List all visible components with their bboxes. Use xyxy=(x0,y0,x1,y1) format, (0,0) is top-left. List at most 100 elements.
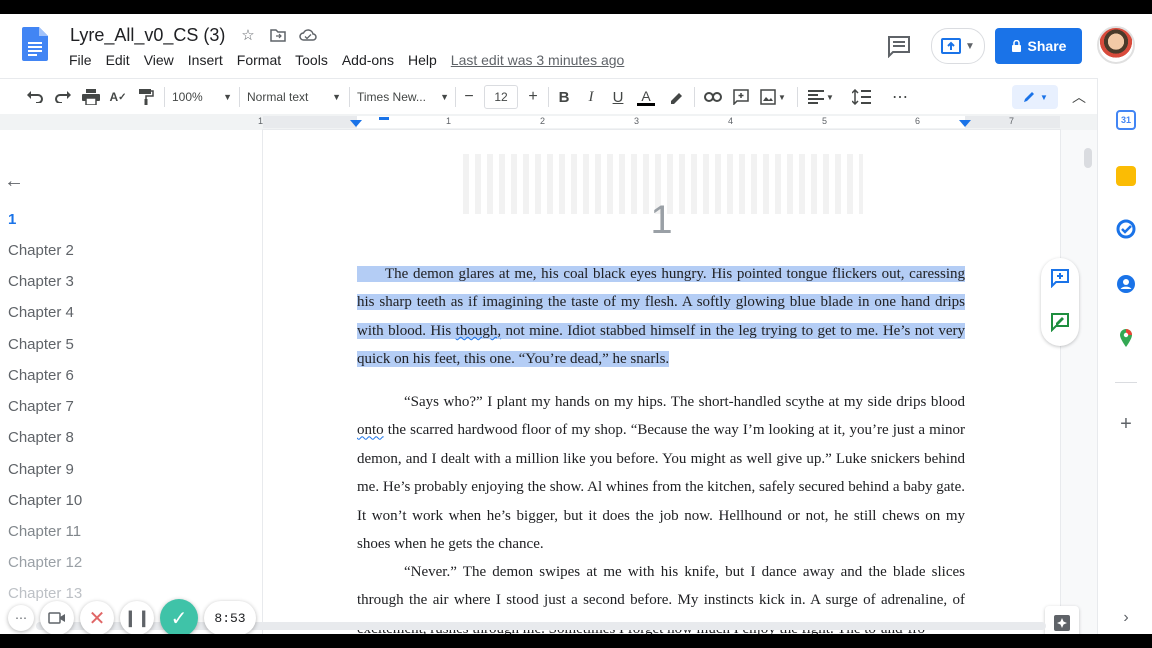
outline-item[interactable]: Chapter 3 xyxy=(8,273,74,290)
account-avatar[interactable] xyxy=(1097,26,1135,64)
more-options-icon[interactable]: ⋯ xyxy=(888,85,912,109)
right-indent-marker-icon[interactable] xyxy=(959,120,971,128)
chevron-right-icon[interactable]: › xyxy=(1116,608,1136,628)
chapter-heading[interactable]: 1 xyxy=(263,198,1060,243)
outline-item[interactable]: Chapter 4 xyxy=(8,304,74,321)
line-spacing-icon[interactable] xyxy=(850,85,874,109)
redo-icon[interactable] xyxy=(52,85,74,109)
star-icon[interactable]: ☆ xyxy=(238,25,258,45)
menu-help[interactable]: Help xyxy=(408,52,437,68)
explore-button[interactable] xyxy=(1045,606,1079,634)
outline-item[interactable]: Chapter 12 xyxy=(8,554,82,571)
recording-timer: 8:53 xyxy=(204,601,256,634)
add-comment-icon[interactable] xyxy=(730,85,752,109)
paragraph-text: “Says who?” I plant my hands on my hips.… xyxy=(404,394,965,410)
zoom-select[interactable]: 100% ▼ xyxy=(172,85,232,109)
editing-mode-select[interactable]: ▼ xyxy=(1012,85,1058,109)
highlight-color-icon[interactable] xyxy=(665,85,687,109)
toolbar-divider xyxy=(349,87,350,107)
font-family-select[interactable]: Times New... ▼ xyxy=(357,85,449,109)
toolbar-divider xyxy=(548,87,549,107)
outline-item[interactable]: 1 xyxy=(8,211,16,228)
spelling-suggestion[interactable]: though, xyxy=(456,323,501,339)
share-button[interactable]: Share xyxy=(995,28,1082,64)
outline-item[interactable]: Chapter 9 xyxy=(8,461,74,478)
left-indent-marker-icon[interactable] xyxy=(350,120,362,128)
decrease-font-size-button[interactable]: − xyxy=(460,85,478,109)
text-color-icon[interactable]: A xyxy=(635,85,657,109)
add-addon-icon[interactable]: + xyxy=(1116,414,1136,434)
finish-recording-button[interactable]: ✓ xyxy=(160,599,198,634)
outline-item[interactable]: Chapter 5 xyxy=(8,336,74,353)
share-label: Share xyxy=(1027,38,1067,54)
docs-logo-icon[interactable] xyxy=(22,27,48,61)
document-title[interactable]: Lyre_All_v0_CS (3) xyxy=(70,25,225,46)
calendar-icon[interactable]: 31 xyxy=(1116,110,1136,130)
chevron-down-icon: ▼ xyxy=(332,92,341,102)
menu-view[interactable]: View xyxy=(144,52,174,68)
chevron-down-icon: ▼ xyxy=(1040,92,1048,102)
last-edit-link[interactable]: Last edit was 3 minutes ago xyxy=(451,52,625,68)
menu-edit[interactable]: Edit xyxy=(106,52,130,68)
recorder-menu-button[interactable]: ⋯ xyxy=(8,605,34,631)
undo-icon[interactable] xyxy=(24,85,46,109)
outline-item[interactable]: Chapter 8 xyxy=(8,429,74,446)
spellcheck-icon[interactable]: A ✓ xyxy=(107,85,129,109)
bold-icon[interactable]: B xyxy=(554,85,574,109)
menu-file[interactable]: File xyxy=(69,52,92,68)
menu-bar: File Edit View Insert Format Tools Add-o… xyxy=(69,52,638,68)
cancel-recording-button[interactable]: ✕ xyxy=(80,601,114,634)
align-left-icon[interactable]: ▼ xyxy=(806,85,836,109)
paragraph-style-select[interactable]: Normal text ▼ xyxy=(247,85,341,109)
first-line-indent-marker[interactable] xyxy=(379,117,389,120)
present-button[interactable]: ▼ xyxy=(931,28,985,64)
font-size-input[interactable]: 12 xyxy=(484,85,518,109)
suggest-edits-icon[interactable] xyxy=(1050,312,1070,332)
toolbar-divider xyxy=(239,87,240,107)
contacts-icon[interactable] xyxy=(1116,274,1136,294)
paragraph-text: the scarred hardwood floor of my shop. “… xyxy=(357,422,965,553)
print-icon[interactable] xyxy=(80,85,102,109)
side-panel: 31 + › xyxy=(1097,78,1152,634)
maps-icon[interactable] xyxy=(1116,328,1136,348)
pause-icon: ❙❙ xyxy=(123,610,151,627)
menu-tools[interactable]: Tools xyxy=(295,52,328,68)
menu-addons[interactable]: Add-ons xyxy=(342,52,394,68)
tasks-icon[interactable] xyxy=(1116,219,1136,239)
back-arrow-icon[interactable]: ← xyxy=(4,170,24,193)
floating-actions xyxy=(1041,258,1079,346)
paragraph[interactable]: “Says who?” I plant my hands on my hips.… xyxy=(357,388,965,558)
chevron-up-icon[interactable]: ︿ xyxy=(1068,85,1090,109)
chevron-down-icon: ▼ xyxy=(440,92,449,102)
vertical-scrollbar[interactable] xyxy=(1084,148,1092,168)
insert-image-icon[interactable]: ▼ xyxy=(758,85,788,109)
paint-format-icon[interactable] xyxy=(135,85,157,109)
pencil-icon xyxy=(1024,92,1035,102)
camera-toggle-button[interactable] xyxy=(40,601,74,634)
italic-icon[interactable]: I xyxy=(581,85,601,109)
menu-format[interactable]: Format xyxy=(237,52,281,68)
increase-font-size-button[interactable]: + xyxy=(524,85,542,109)
recorder-controls: ⋯ ✕ ❙❙ ✓ 8:53 xyxy=(8,599,256,634)
font-value: Times New... xyxy=(357,90,426,104)
outline-item[interactable]: Chapter 2 xyxy=(8,242,74,259)
paragraph-selected[interactable]: The demon glares at me, his coal black e… xyxy=(357,260,965,374)
pause-recording-button[interactable]: ❙❙ xyxy=(120,601,154,634)
outline-item[interactable]: Chapter 11 xyxy=(8,523,81,540)
move-folder-icon[interactable] xyxy=(268,25,288,45)
outline-item[interactable]: Chapter 10 xyxy=(8,492,82,509)
outline-item[interactable]: Chapter 7 xyxy=(8,398,74,415)
chevron-down-icon: ▼ xyxy=(223,92,232,102)
cloud-saved-icon[interactable] xyxy=(298,25,318,45)
spelling-suggestion[interactable]: onto xyxy=(357,422,384,438)
chevron-down-icon: ▼ xyxy=(826,92,834,102)
menu-insert[interactable]: Insert xyxy=(188,52,223,68)
title-icons: ☆ xyxy=(238,25,318,45)
comment-history-icon[interactable] xyxy=(886,34,912,58)
outline-item[interactable]: Chapter 6 xyxy=(8,367,74,384)
insert-link-icon[interactable] xyxy=(702,85,724,109)
keep-icon[interactable] xyxy=(1116,166,1136,186)
document-page[interactable]: 1 The demon glares at me, his coal black… xyxy=(263,130,1060,634)
add-comment-icon[interactable] xyxy=(1050,268,1070,288)
underline-icon[interactable]: U xyxy=(608,85,628,109)
